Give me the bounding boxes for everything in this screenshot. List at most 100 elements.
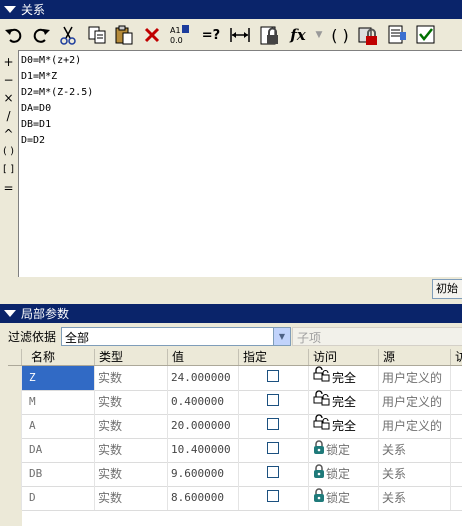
power-operator[interactable]: ^ [0,126,17,142]
param-access-cell[interactable]: 锁定 [309,438,379,462]
param-access-cell[interactable]: 完全 [309,366,379,390]
table-row[interactable]: DB 实数 9.600000 锁定 关系 [8,462,462,487]
equals-operator[interactable]: = [0,180,17,196]
initial-button[interactable]: 初始 [432,279,462,299]
param-name-cell[interactable]: DB [22,462,95,486]
paste-icon[interactable] [112,23,136,47]
col-header-designate[interactable]: 指定 [239,349,309,365]
designate-checkbox[interactable] [267,490,279,502]
minus-operator[interactable]: − [0,72,17,88]
copy-icon[interactable] [85,23,109,47]
measure-icon[interactable] [228,23,252,47]
col-header-type[interactable]: 类型 [95,349,168,365]
param-type-cell[interactable]: 实数 [95,390,168,414]
param-type-cell[interactable]: 实数 [95,462,168,486]
local-params-title: 局部参数 [21,307,70,321]
row-header[interactable] [8,462,22,486]
param-value-cell[interactable]: 8.600000 [168,486,239,510]
param-name-cell[interactable]: DA [22,438,95,462]
param-name-cell[interactable]: Z [22,366,95,390]
redo-icon[interactable] [29,23,53,47]
designate-checkbox[interactable] [267,466,279,478]
param-value-cell[interactable]: 24.000000 [168,366,239,390]
row-header[interactable] [8,438,22,462]
param-type-cell[interactable]: 实数 [95,414,168,438]
filter-select[interactable]: 全部 ▼ [61,327,291,346]
delete-icon[interactable] [140,23,164,47]
param-type-cell[interactable]: 实数 [95,438,168,462]
param-source-cell[interactable]: 用户定义的 [379,366,451,390]
param-designate-cell[interactable] [239,462,309,486]
collapse-triangle-icon[interactable] [4,310,16,317]
row-header[interactable] [8,486,22,510]
undo-icon[interactable] [2,23,26,47]
cut-icon[interactable] [56,23,80,47]
param-extra-cell [451,486,462,510]
table-header: 名称 类型 值 指定 访问 源 访 [8,349,462,366]
designate-checkbox[interactable] [267,370,279,382]
col-header-more[interactable]: 访 [451,349,462,365]
param-type-cell[interactable]: 实数 [95,366,168,390]
param-name-cell[interactable]: M [22,390,95,414]
row-header[interactable] [8,414,22,438]
col-header-source[interactable]: 源 [379,349,451,365]
collapse-triangle-icon[interactable] [4,6,16,13]
param-access-cell[interactable]: 完全 [309,390,379,414]
param-designate-cell[interactable] [239,486,309,510]
param-designate-cell[interactable] [239,438,309,462]
lock-icon [313,462,325,486]
param-lock-icon[interactable] [356,23,380,47]
table-row[interactable]: A 实数 20.000000 完全 用户定义的 [8,414,462,439]
sort-icon[interactable]: A1 0.0 [167,23,191,47]
col-header-value[interactable]: 值 [168,349,239,365]
param-designate-cell[interactable] [239,366,309,390]
param-type-cell[interactable]: 实数 [95,486,168,510]
list-icon[interactable] [385,23,409,47]
param-extra-cell [451,390,462,414]
param-source-cell[interactable]: 关系 [379,462,451,486]
table-row[interactable]: D 实数 8.600000 锁定 关系 [8,486,462,511]
designate-checkbox[interactable] [267,418,279,430]
lock-file-icon[interactable] [258,23,282,47]
param-access-cell[interactable]: 锁定 [309,486,379,510]
local-params-title-bar[interactable]: 局部参数 [0,304,462,323]
designate-checkbox[interactable] [267,442,279,454]
sort-bottom-label: 0.0 [170,36,183,45]
param-source-cell[interactable]: 关系 [379,438,451,462]
evaluate-icon[interactable]: =? [199,23,223,47]
param-value-cell[interactable]: 10.400000 [168,438,239,462]
plus-operator[interactable]: + [0,54,17,70]
relation-line: D1=M*Z [21,71,58,82]
designate-checkbox[interactable] [267,394,279,406]
col-header-name[interactable]: 名称 [22,349,95,365]
param-value-cell[interactable]: 9.600000 [168,462,239,486]
relations-editor[interactable]: D0=M*(z+2) D1=M*Z D2=M*(Z-2.5) DA=D0 DB=… [18,50,462,277]
param-source-cell[interactable]: 关系 [379,486,451,510]
relation-line: D0=M*(z+2) [21,55,82,66]
divide-operator[interactable]: / [0,108,17,124]
chevron-down-icon[interactable]: ▼ [273,328,290,345]
table-row[interactable]: DA 实数 10.400000 锁定 关系 [8,438,462,463]
param-access-cell[interactable]: 锁定 [309,462,379,486]
col-header-access[interactable]: 访问 [309,349,379,365]
param-name-cell[interactable]: D [22,486,95,510]
param-name-cell[interactable]: A [22,414,95,438]
relations-title-bar[interactable]: 关系 [0,0,462,19]
parentheses-operator[interactable]: ( ) [0,144,17,160]
table-row[interactable]: Z 实数 24.000000 完全 用户定义的 [8,366,462,391]
param-source-cell[interactable]: 用户定义的 [379,414,451,438]
param-access-cell[interactable]: 完全 [309,414,379,438]
filter-row: 过滤依据 全部 ▼ 子项 [0,326,462,346]
multiply-operator[interactable]: × [0,90,17,106]
table-row[interactable]: M 实数 0.400000 完全 用户定义的 [8,390,462,415]
param-value-cell[interactable]: 20.000000 [168,414,239,438]
param-designate-cell[interactable] [239,414,309,438]
brackets-operator[interactable]: [ ] [0,162,17,178]
param-value-cell[interactable]: 0.400000 [168,390,239,414]
param-source-cell[interactable]: 用户定义的 [379,390,451,414]
param-designate-cell[interactable] [239,390,309,414]
verify-icon[interactable] [414,23,438,47]
row-header[interactable] [8,390,22,414]
parentheses-icon[interactable]: ( ) [328,23,352,47]
row-header[interactable] [8,366,22,390]
